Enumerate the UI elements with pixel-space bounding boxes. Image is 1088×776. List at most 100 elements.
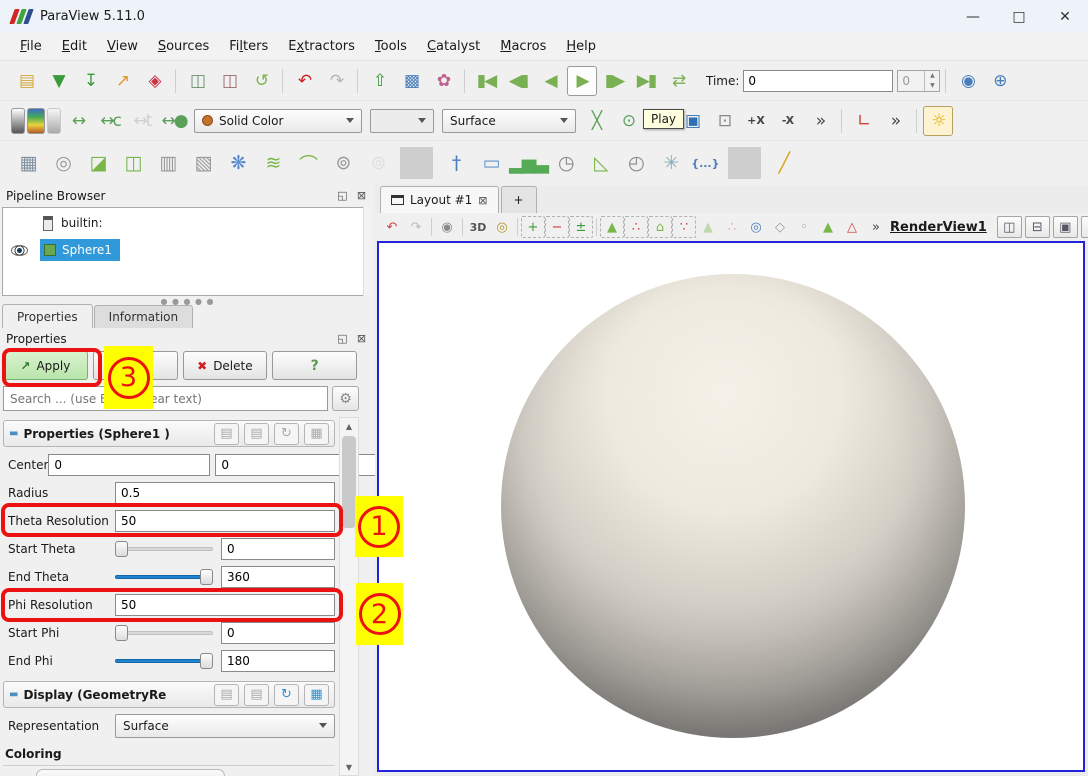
- representation-toolbar-combo[interactable]: Surface: [442, 109, 576, 133]
- contour-icon[interactable]: ◎: [46, 147, 79, 179]
- menu-extractors[interactable]: Extractors: [278, 36, 365, 57]
- phi-resolution-field[interactable]: [115, 594, 335, 616]
- overflow-chevron[interactable]: »: [880, 106, 910, 136]
- save-defaults-icon[interactable]: ▦: [304, 423, 329, 445]
- pipeline-server-row[interactable]: builtin:: [3, 211, 363, 235]
- menu-file[interactable]: File: [10, 36, 52, 57]
- save-camera-icon[interactable]: ⊕: [984, 66, 1014, 96]
- camera-undo-icon[interactable]: ↶: [380, 216, 404, 238]
- component-combo[interactable]: [370, 109, 434, 133]
- color-by-combo[interactable]: Solid Color: [194, 109, 362, 133]
- close-icon[interactable]: ⊠: [354, 188, 369, 203]
- close-view-button[interactable]: ⊠: [1081, 216, 1088, 238]
- plot-over-line-icon[interactable]: ◺: [584, 147, 617, 179]
- axis-aligned-slice-icon[interactable]: ✳: [654, 147, 687, 179]
- adjust-camera-icon[interactable]: ▩: [396, 66, 426, 96]
- end-phi-field[interactable]: [221, 650, 335, 672]
- overflow-chevron[interactable]: »: [864, 216, 888, 238]
- save-screenshot-icon[interactable]: ↗: [107, 66, 137, 96]
- close-icon[interactable]: ⊠: [354, 331, 369, 346]
- auto-apply-icon[interactable]: ⇧: [364, 66, 394, 96]
- select-cells-polygon-icon[interactable]: ⌂: [648, 216, 672, 238]
- glyph-icon[interactable]: ❋: [221, 147, 254, 179]
- ruler-icon[interactable]: ╱: [767, 147, 800, 179]
- group-datasets-icon[interactable]: ⊚: [326, 147, 359, 179]
- split-vertical-button[interactable]: ⊟: [1025, 216, 1050, 238]
- edit-colormap-icon[interactable]: [47, 108, 61, 134]
- collapse-icon[interactable]: ▬: [9, 689, 18, 700]
- start-phi-field[interactable]: [221, 622, 335, 644]
- menu-view[interactable]: View: [97, 36, 148, 57]
- menu-sources[interactable]: Sources: [148, 36, 219, 57]
- visibility-eye-icon[interactable]: [11, 245, 28, 256]
- render-view[interactable]: [377, 241, 1085, 772]
- zoom-to-data-camera-icon[interactable]: ◉: [952, 66, 982, 96]
- minimize-button[interactable]: —: [950, 0, 996, 33]
- zoom-to-data-icon[interactable]: ⊙: [613, 106, 643, 136]
- clip-icon[interactable]: ◪: [81, 147, 114, 179]
- shrink-selection-icon[interactable]: △: [840, 216, 864, 238]
- choose-colormap-icon[interactable]: [27, 108, 45, 134]
- copy-icon[interactable]: ▤: [214, 423, 239, 445]
- play-backward-icon[interactable]: ◀: [535, 66, 565, 96]
- save-data-icon[interactable]: ▼: [43, 66, 73, 96]
- radius-field[interactable]: [115, 482, 335, 504]
- save-catalyst-icon[interactable]: ◈: [139, 66, 169, 96]
- probe-location-icon[interactable]: †: [439, 147, 472, 179]
- hover-points-icon[interactable]: ◦: [792, 216, 816, 238]
- undock-icon[interactable]: ◱: [335, 188, 350, 203]
- rescale-visible-range-icon[interactable]: ↔●: [159, 106, 189, 136]
- pipeline-item-row[interactable]: Sphere1: [3, 238, 363, 262]
- save-defaults-icon[interactable]: ▦: [304, 684, 329, 706]
- select-points-interactive-icon[interactable]: ∴: [720, 216, 744, 238]
- pipeline-scrollbar[interactable]: [363, 207, 372, 296]
- calculator-icon[interactable]: ▦: [11, 147, 44, 179]
- select-points-rectangle-icon[interactable]: ∴: [624, 216, 648, 238]
- zoom-magnifier-icon[interactable]: ◎: [490, 216, 514, 238]
- split-horizontal-button[interactable]: ◫: [997, 216, 1022, 238]
- scroll-down-icon[interactable]: ▼: [340, 759, 358, 775]
- camera-redo-icon[interactable]: ↷: [404, 216, 428, 238]
- close-button[interactable]: ✕: [1042, 0, 1088, 33]
- toggle-3d-mode-button[interactable]: 3D: [466, 216, 490, 238]
- colormap-icon[interactable]: [11, 108, 25, 134]
- tab-information[interactable]: Information: [94, 305, 193, 328]
- maximize-view-button[interactable]: ▣: [1053, 216, 1078, 238]
- light-kit-icon[interactable]: ☼: [923, 106, 953, 136]
- subtract-selection-icon[interactable]: −: [545, 216, 569, 238]
- sphere-properties-section-header[interactable]: ▬ Properties (Sphere1 ) ▤ ▤ ↻ ▦: [3, 420, 335, 447]
- maximize-button[interactable]: □: [996, 0, 1042, 33]
- overflow-chevron[interactable]: »: [805, 106, 835, 136]
- theta-resolution-field[interactable]: [115, 510, 335, 532]
- reset-session-icon[interactable]: ↺: [246, 66, 276, 96]
- paste-icon[interactable]: ▤: [244, 423, 269, 445]
- python-calculator-icon[interactable]: {...}: [689, 147, 722, 179]
- restore-defaults-icon[interactable]: ↻: [274, 423, 299, 445]
- display-section-header[interactable]: ▬ Display (GeometryRe ▤ ▤ ↻ ▦: [3, 681, 335, 708]
- select-cells-rectangle-icon[interactable]: ▲: [600, 216, 624, 238]
- extract-selection-icon[interactable]: ▭: [474, 147, 507, 179]
- restore-defaults-icon[interactable]: ↻: [274, 684, 299, 706]
- start-theta-slider[interactable]: [115, 540, 213, 558]
- end-theta-field[interactable]: [221, 566, 335, 588]
- help-button[interactable]: ?: [272, 351, 357, 380]
- render-view-name[interactable]: RenderView1: [890, 220, 987, 235]
- tab-properties[interactable]: Properties: [2, 304, 93, 328]
- end-theta-slider[interactable]: [115, 568, 213, 586]
- scrollbar-thumb[interactable]: [342, 436, 356, 528]
- center-x-field[interactable]: [48, 454, 210, 476]
- last-frame-icon[interactable]: ▶▮: [631, 66, 661, 96]
- hover-cells-icon[interactable]: ◇: [768, 216, 792, 238]
- tab-layout-1[interactable]: Layout #1 ⊠: [380, 186, 499, 213]
- paste-icon[interactable]: ▤: [244, 684, 269, 706]
- loop-icon[interactable]: ⇄: [663, 66, 693, 96]
- rescale-temporal-range-icon[interactable]: ↔t: [127, 106, 157, 136]
- tab-close-icon[interactable]: ⊠: [478, 194, 487, 207]
- zoom-to-box-icon[interactable]: ⊡: [709, 106, 739, 136]
- menu-macros[interactable]: Macros: [490, 36, 556, 57]
- toggle-selection-icon[interactable]: ±: [569, 216, 593, 238]
- frame-spinner[interactable]: 0 ▲▼: [897, 70, 940, 92]
- center-axes-visibility-icon[interactable]: ∟: [848, 106, 878, 136]
- menu-help[interactable]: Help: [556, 36, 606, 57]
- menu-edit[interactable]: Edit: [52, 36, 97, 57]
